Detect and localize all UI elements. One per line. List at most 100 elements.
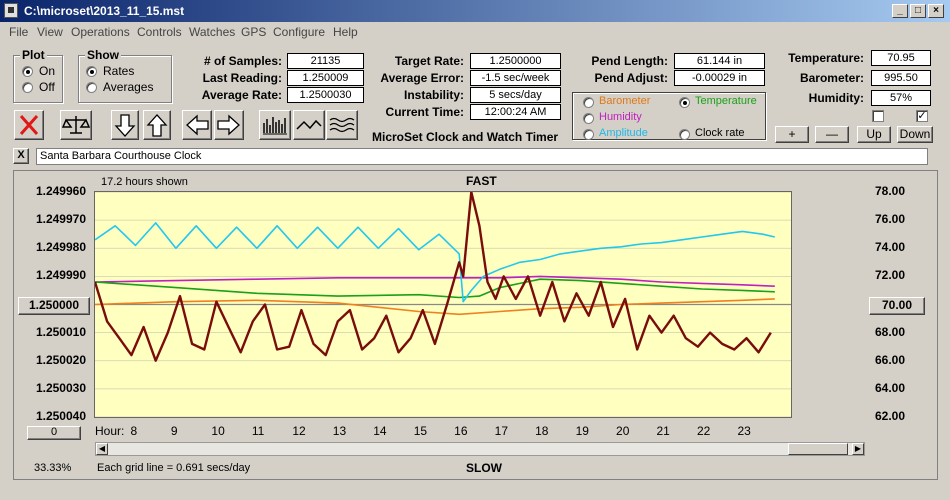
humidity-radio[interactable] — [583, 113, 594, 124]
arrow-left-icon — [186, 114, 209, 136]
grid-note-label: Each grid line = 0.691 secs/day — [97, 462, 251, 474]
average-rate-label: Average Rate: — [201, 88, 282, 102]
y-left-tick-label: 1.250010 — [35, 324, 86, 339]
description-field[interactable]: Santa Barbara Courthouse Clock — [36, 148, 928, 165]
y-right-tick-label: 72.00 — [875, 268, 906, 283]
target-rate-field[interactable]: 1.2500000 — [470, 53, 561, 69]
plot-off-radio[interactable] — [22, 82, 33, 93]
samples-field: 21135 — [287, 53, 364, 69]
arrow-right-button[interactable] — [214, 110, 244, 140]
close-button[interactable]: × — [928, 4, 944, 18]
show-rates-radio[interactable] — [86, 66, 97, 77]
arrow-left-button[interactable] — [182, 110, 212, 140]
close-description-button[interactable]: X — [13, 148, 29, 164]
red-x-icon — [19, 115, 39, 135]
x-tick-label: 11 — [251, 424, 265, 438]
checkbox-left[interactable] — [872, 110, 884, 122]
menu-watches[interactable]: Watches — [189, 25, 235, 39]
show-averages-label: Averages — [103, 80, 154, 94]
menu-gps[interactable]: GPS — [241, 25, 266, 39]
x-tick-label: 17 — [494, 424, 508, 438]
horizontal-scrollbar[interactable]: ◀ ▶ — [95, 442, 865, 456]
checkbox-right[interactable]: ✓ — [916, 110, 928, 122]
current-time-field: 12:00:24 AM — [470, 104, 561, 120]
y-left-tick-label: 1.249960 — [35, 184, 86, 198]
show-group-label: Show — [85, 48, 121, 62]
x-tick-label: 19 — [575, 424, 589, 438]
center-rate-button[interactable]: 1.250000 — [18, 297, 90, 315]
x-tick-label: 13 — [332, 424, 347, 438]
y-left-tick-label: 1.249990 — [35, 268, 86, 283]
arrow-up-button[interactable] — [143, 110, 171, 140]
plot-on-radio[interactable] — [22, 66, 33, 77]
fast-label: FAST — [466, 174, 497, 188]
menu-configure[interactable]: Configure — [273, 25, 325, 39]
menu-controls[interactable]: Controls — [137, 25, 182, 39]
x-tick-label: 8 — [130, 424, 138, 438]
x-tick-label: 16 — [454, 424, 468, 438]
temperature-option-label: Temperature — [695, 95, 757, 107]
plot-off-label: Off — [39, 80, 55, 94]
clock-rate-radio[interactable] — [679, 129, 690, 140]
show-averages-radio[interactable] — [86, 82, 97, 93]
menu-operations[interactable]: Operations — [71, 25, 130, 39]
balance-button[interactable] — [60, 110, 92, 140]
temperature-label: Temperature: — [788, 51, 864, 65]
pend-length-field[interactable]: 61.144 in — [674, 53, 765, 69]
line-graph-button[interactable] — [293, 110, 325, 140]
menu-file[interactable]: File — [9, 25, 28, 39]
temperature-field: 70.95 — [871, 50, 931, 66]
scale-minus-button[interactable]: — — [815, 126, 849, 143]
amplitude-radio[interactable] — [583, 129, 594, 140]
humidity-option-label: Humidity — [599, 111, 642, 123]
bar-graph-button[interactable] — [259, 110, 291, 140]
arrow-right-icon — [217, 114, 240, 136]
hours-shown-label: 17.2 hours shown — [101, 176, 188, 188]
y-right-tick-label: 78.00 — [875, 184, 906, 198]
menu-bar: File View Operations Controls Watches GP… — [0, 22, 950, 41]
x-tick-label: 18 — [535, 424, 549, 438]
center-right-button[interactable]: 70.00 — [869, 297, 925, 315]
barometer-field: 995.50 — [871, 70, 931, 86]
y-left-tick-label: 1.250040 — [35, 409, 86, 423]
instability-field: 5 secs/day — [470, 87, 561, 103]
arrow-up-icon — [146, 114, 168, 137]
current-time-label: Current Time: — [385, 105, 464, 119]
menu-view[interactable]: View — [37, 25, 63, 39]
scale-down-button[interactable]: Down — [897, 126, 933, 143]
scale-up-button[interactable]: Up — [857, 126, 891, 143]
window-title: C:\microset\2013_11_15.mst — [24, 4, 185, 18]
barometer-option-label: Barometer — [599, 95, 651, 107]
instability-label: Instability: — [403, 88, 464, 102]
x-tick-label: 20 — [616, 424, 630, 438]
plot-on-label: On — [39, 64, 56, 78]
pend-length-label: Pend Length: — [591, 54, 668, 68]
x-tick-label: 23 — [737, 424, 751, 438]
x-tick-label: 9 — [170, 424, 178, 438]
line-graph-icon — [296, 119, 322, 130]
scale-plus-button[interactable]: + — [775, 126, 809, 143]
maximize-button[interactable]: □ — [910, 4, 926, 18]
clear-button[interactable] — [14, 110, 44, 140]
offset-button[interactable]: 0 — [27, 426, 81, 440]
minimize-button[interactable]: _ — [892, 4, 908, 18]
plot-group: Plot — [13, 48, 63, 103]
scroll-left-button[interactable]: ◀ — [96, 443, 108, 455]
show-group: Show — [78, 48, 172, 103]
balance-scale-icon — [61, 116, 91, 134]
temperature-radio[interactable] — [679, 97, 690, 108]
wave-graph-icon — [329, 117, 355, 133]
barometer-radio[interactable] — [583, 97, 594, 108]
zoom-label: 33.33% — [34, 462, 72, 474]
slow-label: SLOW — [466, 461, 502, 475]
scroll-right-button[interactable]: ▶ — [852, 443, 864, 455]
x-tick-label: 22 — [696, 424, 711, 438]
menu-help[interactable]: Help — [333, 25, 358, 39]
x-tick-label: 10 — [211, 424, 225, 438]
series-humidity — [94, 275, 775, 287]
x-tick-label: 14 — [373, 424, 387, 438]
scroll-thumb[interactable] — [788, 443, 848, 455]
average-rate-field: 1.2500030 — [287, 87, 364, 103]
wave-graph-button[interactable] — [326, 110, 358, 140]
arrow-down-button[interactable] — [111, 110, 139, 140]
